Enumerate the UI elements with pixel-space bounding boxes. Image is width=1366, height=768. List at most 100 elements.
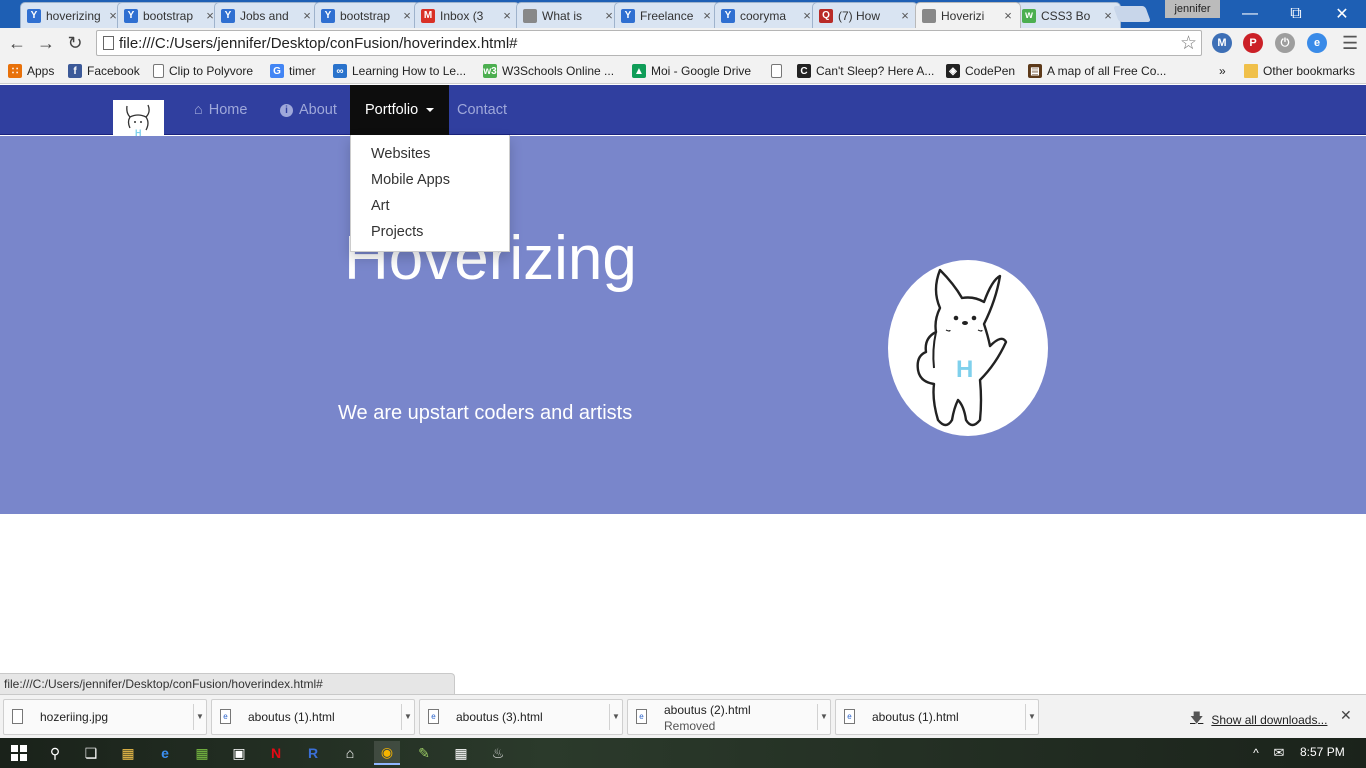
download-item[interactable]: e aboutus (1).html ▼ xyxy=(835,699,1039,735)
bookmark-item[interactable]: ▲ Moi - Google Drive xyxy=(632,62,751,80)
close-tab-icon[interactable]: × xyxy=(899,8,911,23)
back-icon[interactable]: ← xyxy=(5,31,29,55)
task-view-icon[interactable]: ❏ xyxy=(78,741,104,765)
bookmark-label: Apps xyxy=(27,64,55,78)
download-menu-arrow-icon[interactable]: ▼ xyxy=(820,712,828,721)
browser-tab[interactable]: w CSS3 Bo × xyxy=(1015,2,1121,28)
store-icon[interactable]: ▣ xyxy=(226,741,252,765)
tab-title: cooryma xyxy=(740,8,787,23)
action-center-icon[interactable]: ✉ xyxy=(1266,741,1292,765)
taskbar-clock[interactable]: 8:57 PM xyxy=(1300,745,1345,759)
close-shelf-icon[interactable]: ✕ xyxy=(1340,707,1352,724)
google-icon: G xyxy=(270,64,284,78)
bookmark-item[interactable]: ∷ Apps xyxy=(8,62,54,80)
browser-toolbar: ← → ↻ ☆ M P ⏻ e ☰ xyxy=(0,28,1366,58)
notepad-icon[interactable]: ✎ xyxy=(411,741,437,765)
edge-icon[interactable]: e xyxy=(152,741,178,765)
chrome-menu-icon[interactable]: ☰ xyxy=(1342,33,1358,53)
close-tab-icon[interactable]: × xyxy=(1002,8,1014,23)
browser-tab[interactable]: What is × xyxy=(516,2,622,28)
page-icon xyxy=(922,8,936,23)
bookmarks-overflow-button[interactable]: » xyxy=(1219,62,1226,80)
bookmark-item[interactable]: w3 W3Schools Online ... xyxy=(483,62,614,80)
windows-start-icon[interactable] xyxy=(6,741,32,765)
browser-tab[interactable]: M Inbox (3 × xyxy=(414,2,520,28)
restore-icon[interactable]: ⧉ xyxy=(1273,0,1319,28)
paint-icon[interactable]: ♨ xyxy=(485,741,511,765)
bookmark-item[interactable]: f Facebook xyxy=(68,62,140,80)
bookmark-item[interactable]: ◈ CodePen xyxy=(946,62,1015,80)
nav-about[interactable]: i About xyxy=(280,85,337,135)
home-app-icon[interactable]: ⌂ xyxy=(337,741,363,765)
close-tab-icon[interactable]: × xyxy=(301,8,313,23)
browser-tab[interactable]: Y Freelance × xyxy=(614,2,720,28)
close-window-icon[interactable]: ✕ xyxy=(1319,0,1365,28)
other-bookmarks[interactable]: Other bookmarks xyxy=(1244,62,1355,80)
bookmark-item[interactable]: ▤ A map of all Free Co... xyxy=(1028,62,1166,80)
y-icon: Y xyxy=(27,8,41,23)
nav-contact[interactable]: Contact xyxy=(457,85,507,135)
dropdown-item-websites[interactable]: Websites xyxy=(351,141,509,167)
close-tab-icon[interactable]: × xyxy=(1102,8,1114,23)
browser-tab[interactable]: Q (7) How × xyxy=(812,2,918,28)
bookmark-item[interactable]: Clip to Polyvore xyxy=(153,62,253,80)
bookmark-star-icon[interactable]: ☆ xyxy=(1180,32,1197,55)
browser-tab[interactable]: Hoverizi × xyxy=(915,2,1021,28)
r-app-icon[interactable]: R xyxy=(300,741,326,765)
download-menu-arrow-icon[interactable]: ▼ xyxy=(612,712,620,721)
address-bar[interactable]: ☆ xyxy=(96,30,1202,56)
download-item[interactable]: e aboutus (2).html Removed ▼ xyxy=(627,699,831,735)
show-all-downloads-link[interactable]: 🡇 Show all downloads... xyxy=(1190,709,1327,731)
download-status: Removed xyxy=(664,719,716,733)
bunny-mascot-icon: H xyxy=(916,268,1008,427)
brand-logo[interactable]: H xyxy=(113,100,164,137)
download-menu-arrow-icon[interactable]: ▼ xyxy=(1028,712,1036,721)
extension-m-icon[interactable]: M xyxy=(1212,33,1232,53)
bookmark-label: Can't Sleep? Here A... xyxy=(816,64,935,78)
nav-portfolio[interactable]: Portfolio xyxy=(350,85,450,135)
calculator-icon[interactable]: ▦ xyxy=(189,741,215,765)
chrome-taskbar-icon[interactable]: ◉ xyxy=(374,741,400,765)
browser-tab[interactable]: Yhoverizing × xyxy=(20,2,126,28)
reload-icon[interactable]: ↻ xyxy=(63,31,87,55)
search-icon[interactable]: ⚲ xyxy=(42,741,68,765)
netflix-icon[interactable]: N xyxy=(263,741,289,765)
browser-tab[interactable]: Y Jobs and × xyxy=(214,2,320,28)
browser-tab[interactable]: Ybootstrap × xyxy=(117,2,223,28)
nav-home[interactable]: ⌂ Home xyxy=(194,85,247,135)
dropdown-item-mobile-apps[interactable]: Mobile Apps xyxy=(351,167,509,193)
bookmark-item[interactable]: ∞ Learning How to Le... xyxy=(333,62,466,80)
browser-tab[interactable]: Ybootstrap × xyxy=(314,2,420,28)
bookmark-item[interactable] xyxy=(771,62,787,80)
pinterest-icon[interactable]: P xyxy=(1243,33,1263,53)
hero-subtitle: We are upstart coders and artists xyxy=(338,402,633,424)
bookmark-item[interactable]: C Can't Sleep? Here A... xyxy=(797,62,934,80)
dropdown-item-projects[interactable]: Projects xyxy=(351,219,509,245)
site-navbar: H ⌂ Home i About Portfolio Contact xyxy=(0,85,1366,137)
download-item[interactable]: e aboutus (3).html ▼ xyxy=(419,699,623,735)
minimize-icon[interactable]: — xyxy=(1227,0,1273,28)
extension-e-icon[interactable]: e xyxy=(1307,33,1327,53)
bookmark-label: Facebook xyxy=(87,64,140,78)
download-menu-arrow-icon[interactable]: ▼ xyxy=(196,712,204,721)
url-input[interactable] xyxy=(119,33,1169,53)
close-tab-icon[interactable]: × xyxy=(701,8,713,23)
new-tab-button[interactable] xyxy=(1113,6,1151,22)
page-icon xyxy=(523,8,537,23)
close-tab-icon[interactable]: × xyxy=(501,8,513,23)
nav-portfolio-label: Portfolio xyxy=(365,102,419,118)
bookmark-label: Learning How to Le... xyxy=(352,64,467,78)
bookmark-item[interactable]: Gtimer xyxy=(270,62,316,80)
download-item[interactable]: e aboutus (1).html ▼ xyxy=(211,699,415,735)
download-item[interactable]: hozeriing.jpg ▼ xyxy=(3,699,207,735)
extension-power-icon[interactable]: ⏻ xyxy=(1275,33,1295,53)
file-explorer-icon[interactable]: ▦ xyxy=(115,741,141,765)
profile-button[interactable]: jennifer xyxy=(1165,0,1220,18)
browser-tab[interactable]: Ycooryma × xyxy=(714,2,820,28)
forward-icon[interactable]: → xyxy=(34,31,58,55)
close-tab-icon[interactable]: × xyxy=(401,8,413,23)
photos-icon[interactable]: ▦ xyxy=(448,741,474,765)
dropdown-item-art[interactable]: Art xyxy=(351,193,509,219)
download-menu-arrow-icon[interactable]: ▼ xyxy=(404,712,412,721)
portfolio-dropdown-menu: Websites Mobile Apps Art Projects xyxy=(350,135,510,252)
